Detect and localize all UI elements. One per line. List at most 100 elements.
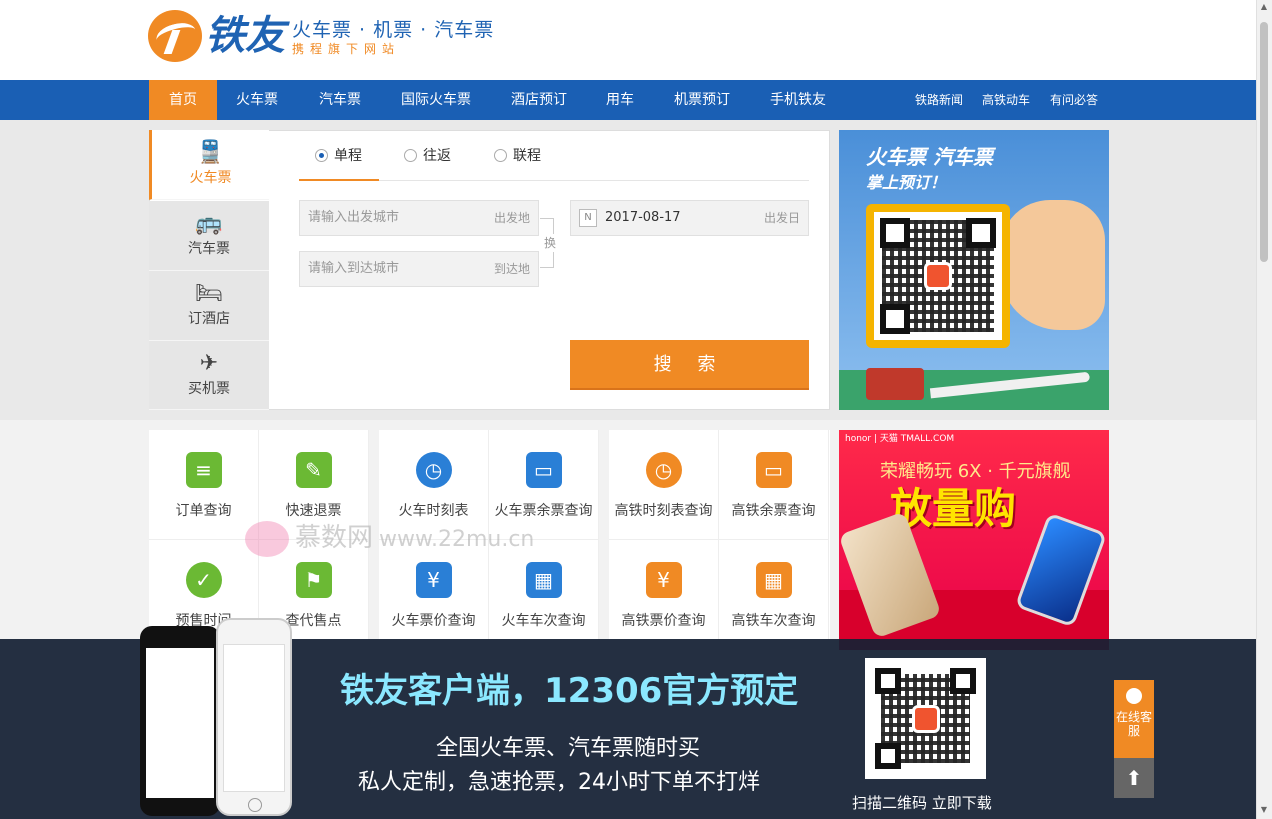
nav-mobile[interactable]: 手机铁友 [758,80,838,120]
nav-train[interactable]: 火车票 [222,80,292,120]
scroll-down-icon[interactable]: ▼ [1259,805,1269,815]
app-logo-icon [911,704,940,733]
nav-bus[interactable]: 汽车票 [305,80,375,120]
promo-line-2: 私人定制，急速抢票，24小时下单不打烊 [358,770,760,795]
qr-code-frame [866,204,1010,348]
promo-title: 铁友客户端，12306官方预定 [340,671,799,711]
svc-hsr-timetable[interactable]: ◷ 高铁时刻表查询 [609,430,719,540]
arrow-up-icon: ⬆ [1125,766,1143,790]
nav-faq[interactable]: 有问必答 [1043,80,1105,120]
phone-white-illustration [216,618,292,816]
date-tag: 出发日 [763,211,800,225]
promo-qr-label: 扫描二维码 立即下载 [852,794,992,812]
to-tag: 到达地 [493,262,530,276]
nav-high-speed[interactable]: 高铁动车 [975,80,1037,120]
side-tab-hotel[interactable]: 🛏 订酒店 [149,271,269,341]
promo-qr-code [865,658,986,779]
nav-flight[interactable]: 机票预订 [663,80,741,120]
trip-label: 往返 [423,148,451,164]
search-button[interactable]: 搜 索 [570,340,809,390]
svc-hsr-remaining[interactable]: ▭ 高铁余票查询 [719,430,829,540]
bus-icon: 🚌 [195,211,223,236]
svc-label: 高铁车次查询 [731,613,816,629]
svc-label: 火车车次查询 [501,613,586,629]
side-tab-label: 买机票 [188,381,230,397]
brand-name[interactable]: 铁友 [205,12,285,60]
logo-icon[interactable] [148,10,202,62]
calendar-icon: N [579,209,597,227]
ad-qr-sub: 掌上预订！ [866,173,947,192]
nav-rail-news[interactable]: 铁路新闻 [908,80,970,120]
sub-slogan: 携程旗下网站 [292,42,401,56]
watermark-logo-icon [245,520,289,557]
clock-train-icon: ◷ [415,452,452,488]
grid-gap [599,430,609,640]
radio-icon [315,149,328,162]
side-tab-label: 汽车票 [188,241,230,257]
phone-black-illustration [140,626,220,816]
train-icon: 🚆 [196,140,225,165]
qr-code [874,212,1002,340]
calendar-icon: ▦ [525,562,562,598]
svc-label: 高铁时刻表查询 [614,503,713,519]
side-tab-flight[interactable]: ✈ 买机票 [149,341,269,410]
honor-tagline: 荣耀畅玩 6X · 千元旗舰 [880,461,1071,482]
svc-hsr-price[interactable]: ¥ 高铁票价查询 [609,540,719,650]
watermark-url: www.22mu.cn [379,527,535,552]
trip-round[interactable]: 往返 [404,140,451,180]
nav-car[interactable]: 用车 [595,80,645,120]
trip-label: 单程 [334,148,362,164]
bed-icon: 🛏 [195,281,223,306]
radio-icon [494,149,507,162]
nav-intl-train[interactable]: 国际火车票 [390,80,482,120]
nav-home[interactable]: 首页 [149,80,217,120]
watermark: 慕数网 www.22mu.cn [245,518,534,560]
scroll-thumb[interactable] [1260,22,1268,262]
price-card-icon: ¥ [645,562,682,598]
scroll-up-icon[interactable]: ▲ [1259,2,1269,12]
plane-icon: ✈ [199,351,219,376]
site-header: 铁友 火车票 · 机票 · 汽车票 携程旗下网站 [0,0,1256,80]
svc-label: 火车票价查询 [391,613,476,629]
side-tab-label: 订酒店 [188,311,230,327]
document-icon: ≡ [185,452,222,488]
from-placeholder: 请输入出发城市 [308,210,400,225]
date-input[interactable]: N 2017-08-17 出发日 [570,200,809,236]
trip-multi[interactable]: 联程 [494,140,541,180]
price-card-icon: ¥ [415,562,452,598]
hand-illustration [1000,200,1105,330]
swap-button[interactable]: 换 [544,234,557,252]
ticket-icon: ▭ [525,452,562,488]
map-person-icon: ⚑ [295,562,332,598]
main-nav: 首页 火车票 汽车票 国际火车票 酒店预订 用车 机票预订 手机铁友 铁路新闻 … [0,80,1256,120]
radio-icon [404,149,417,162]
side-tab-bus[interactable]: 🚌 汽车票 [149,201,269,271]
honor-brand-strip: honor | 天猫 TMALL.COM [845,434,955,444]
ad-qr-title: 火车票 汽车票 [866,145,993,169]
back-to-top-button[interactable]: ⬆ [1114,758,1154,798]
side-tab-train[interactable]: 🚆 火车票 [149,130,269,200]
check-circle-icon: ✓ [185,562,222,598]
person-icon [1126,688,1142,704]
online-service-button[interactable]: 在线客服 [1114,680,1154,758]
svc-label: 订单查询 [175,503,232,519]
trip-label: 联程 [513,148,541,164]
slogan: 火车票 · 机票 · 汽车票 [292,19,495,41]
calendar-icon: ▦ [755,562,792,598]
from-tag: 出发地 [493,211,530,225]
svc-hsr-number[interactable]: ▦ 高铁车次查询 [719,540,829,650]
svc-order-query[interactable]: ≡ 订单查询 [149,430,259,540]
date-value: 2017-08-17 [605,210,681,225]
watermark-text: 慕数网 [295,523,374,553]
from-city-input[interactable]: 请输入出发城市 出发地 [299,200,539,236]
to-placeholder: 请输入到达城市 [308,261,400,276]
edit-icon: ✎ [295,452,332,488]
nav-hotel[interactable]: 酒店预订 [500,80,578,120]
bus-illustration [866,368,924,400]
online-service-label: 在线客服 [1115,710,1152,738]
to-city-input[interactable]: 请输入到达城市 到达地 [299,251,539,287]
promo-line-1: 全国火车票、汽车票随时买 [436,736,701,761]
clock-train-icon: ◷ [645,452,682,488]
trip-one-way[interactable]: 单程 [315,140,362,180]
svc-label: 高铁票价查询 [621,613,706,629]
